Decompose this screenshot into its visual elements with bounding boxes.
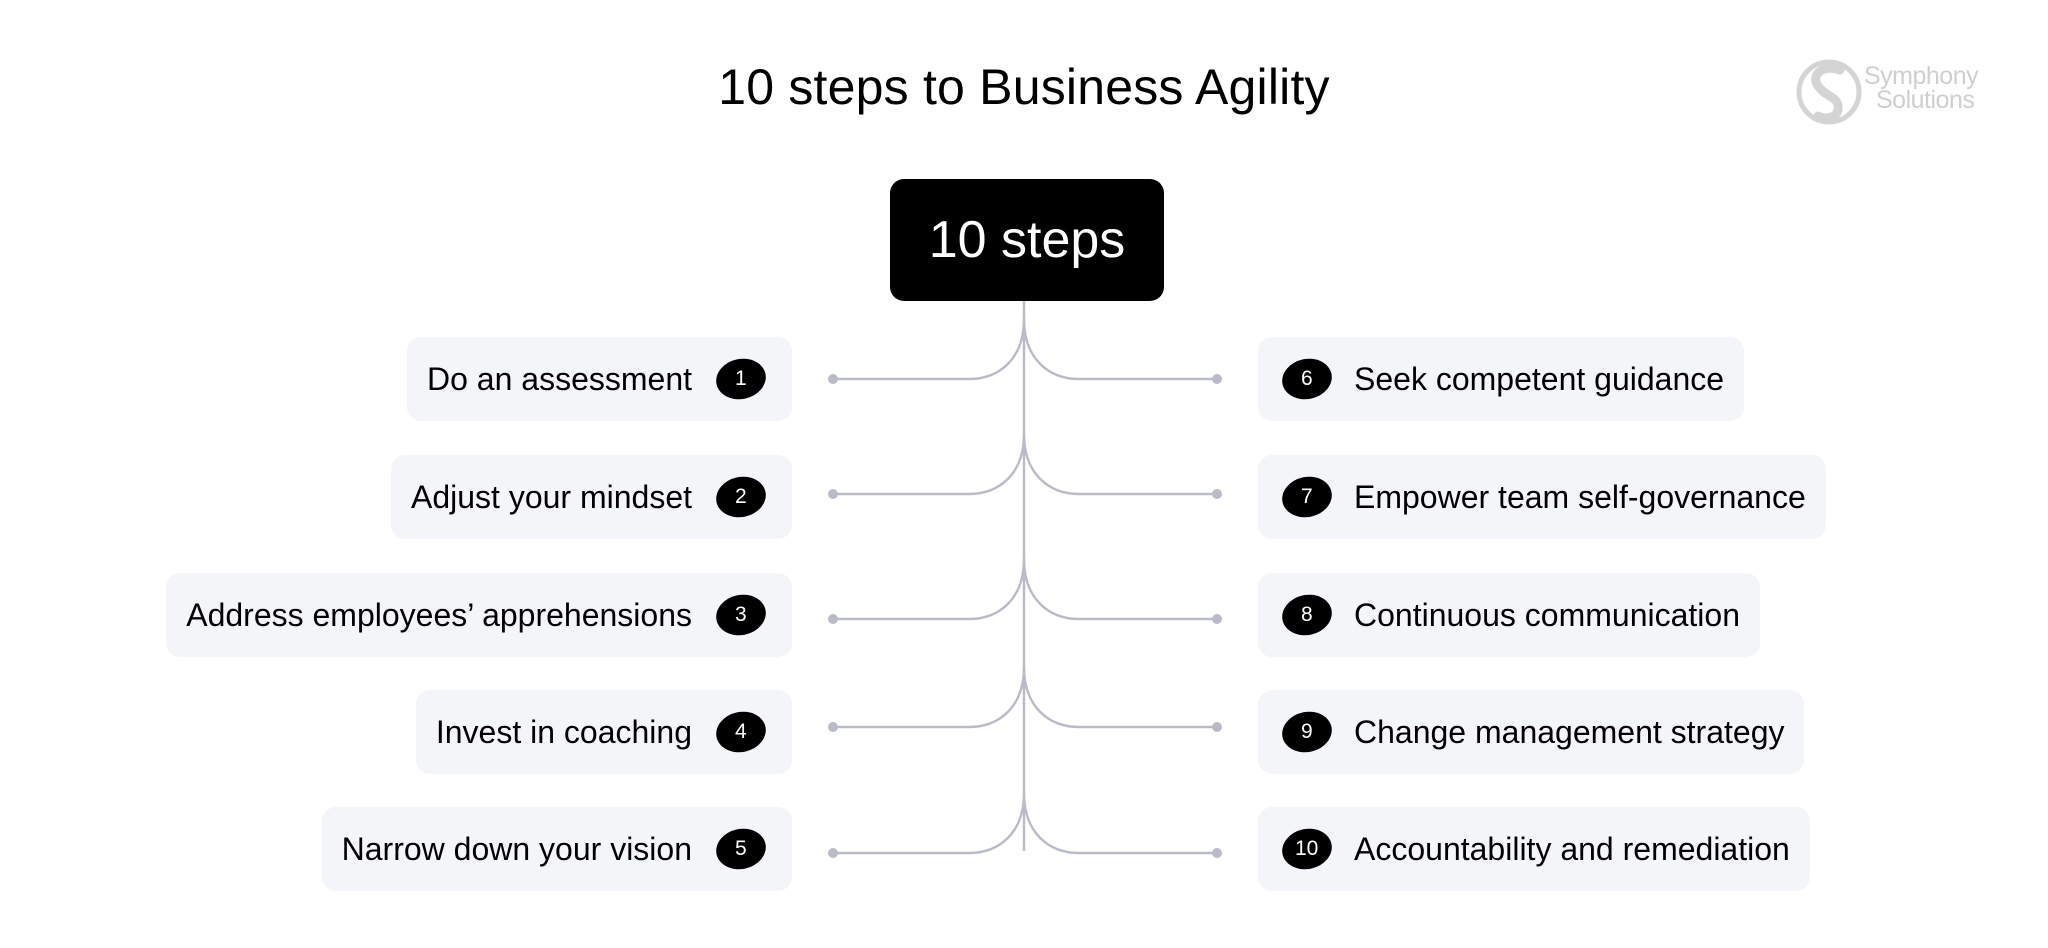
step-number-badge: 7: [1278, 472, 1336, 522]
connector-branch-right-4: [1022, 666, 1217, 729]
connector-dot-right-5: [1212, 848, 1222, 858]
step-label: Seek competent guidance: [1354, 360, 1725, 397]
step-number-badge: 4: [712, 707, 770, 757]
connector-dot-right-3: [1212, 614, 1222, 624]
step-card-2: Adjust your mindset 2: [390, 455, 792, 539]
step-card-7: 7 Empower team self-governance: [1258, 455, 1826, 539]
step-label: Accountability and remediation: [1354, 830, 1790, 867]
connector-branch-left-3: [833, 558, 1026, 621]
connector-branch-right-2: [1022, 433, 1217, 496]
connector-dot-left-2: [828, 489, 838, 499]
step-label: Do an assessment: [426, 360, 692, 397]
step-label: Empower team self-governance: [1354, 478, 1806, 515]
step-card-8: 8 Continuous communication: [1258, 573, 1760, 657]
connector-branch-right-3: [1022, 558, 1217, 621]
step-label: Invest in coaching: [435, 713, 692, 750]
connector-branch-left-2: [833, 433, 1026, 496]
connector-dot-right-1: [1212, 374, 1222, 384]
step-card-10: 10 Accountability and remediation: [1258, 807, 1810, 891]
connector-branch-right-5: [1022, 792, 1217, 855]
step-label: Adjust your mindset: [410, 478, 692, 515]
step-number-badge: 5: [712, 824, 770, 874]
connector-dot-left-1: [828, 374, 838, 384]
step-card-6: 6 Seek competent guidance: [1258, 337, 1745, 421]
step-number-badge: 9: [1278, 707, 1336, 757]
connector-branch-left-5: [833, 792, 1026, 855]
connector-dot-left-5: [828, 848, 838, 858]
connector-dot-left-3: [828, 614, 838, 624]
step-card-1: Do an assessment 1: [406, 337, 792, 421]
step-number-badge: 6: [1278, 354, 1336, 404]
step-card-5: Narrow down your vision 5: [321, 807, 792, 891]
connector-dot-left-4: [828, 722, 838, 732]
step-card-3: Address employees’ apprehensions 3: [166, 573, 792, 657]
step-number-badge: 8: [1278, 590, 1336, 640]
step-number-badge: 1: [712, 354, 770, 404]
step-card-9: 9 Change management strategy: [1258, 690, 1805, 774]
connector-dot-right-2: [1212, 489, 1222, 499]
step-label: Address employees’ apprehensions: [186, 596, 692, 633]
step-number-badge: 2: [712, 472, 770, 522]
connector-dot-right-4: [1212, 722, 1222, 732]
step-number-badge: 3: [712, 590, 770, 640]
step-label: Change management strategy: [1354, 713, 1785, 750]
step-number-badge: 10: [1278, 824, 1336, 874]
step-label: Narrow down your vision: [341, 830, 692, 867]
connector-branch-left-4: [833, 666, 1026, 729]
connector-branch-right-1: [1022, 318, 1217, 381]
step-label: Continuous communication: [1354, 596, 1740, 633]
step-card-4: Invest in coaching 4: [415, 690, 792, 774]
connector-branch-left-1: [833, 318, 1026, 381]
